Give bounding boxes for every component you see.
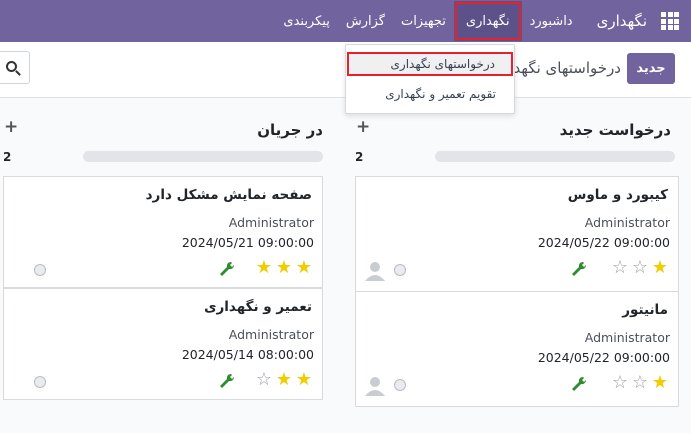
column-progress-bar bbox=[83, 151, 323, 162]
card-user: Administrator bbox=[228, 215, 314, 230]
kanban-card[interactable]: تعمیر و نگهداری Administrator 2024/05/14… bbox=[3, 288, 323, 400]
card-date: 2024/05/22 09:00:00 bbox=[537, 350, 670, 365]
column-title-new: درخواست جدید bbox=[559, 121, 671, 139]
status-circle-icon[interactable] bbox=[394, 264, 406, 276]
priority-stars[interactable]: ★ ★ ☆ bbox=[254, 371, 314, 389]
menu-equipment[interactable]: تجهیزات bbox=[393, 0, 454, 42]
status-circle-icon[interactable] bbox=[34, 264, 46, 276]
apps-grid-icon[interactable] bbox=[661, 12, 679, 30]
new-button[interactable]: جدید bbox=[627, 53, 675, 84]
top-navbar: نگهداری داشبورد نگهداری تجهیزات گزارش پی… bbox=[0, 0, 691, 42]
user-avatar-icon bbox=[365, 262, 385, 281]
plus-icon[interactable]: + bbox=[4, 117, 18, 137]
wrench-icon bbox=[220, 373, 235, 388]
column-title-in-progress: در جریان bbox=[257, 121, 323, 139]
priority-stars[interactable]: ★ ☆ ☆ bbox=[610, 374, 670, 392]
column-count: 2 bbox=[3, 150, 12, 164]
card-title: مانیتور bbox=[622, 302, 668, 318]
menu-configuration[interactable]: پیکربندی bbox=[275, 0, 337, 42]
star-icon[interactable]: ★ bbox=[650, 374, 670, 392]
wrench-icon bbox=[220, 261, 235, 276]
priority-stars[interactable]: ★ ★ ★ bbox=[254, 259, 314, 277]
status-circle-icon[interactable] bbox=[34, 376, 46, 388]
star-icon[interactable]: ☆ bbox=[610, 259, 630, 277]
maintenance-dropdown: درخواستهای نگهداری تقویم تعمیر و نگهداری bbox=[345, 44, 515, 114]
search-icon bbox=[6, 61, 17, 72]
star-icon[interactable]: ★ bbox=[254, 259, 274, 277]
star-icon[interactable]: ☆ bbox=[630, 259, 650, 277]
kanban-card[interactable]: کیبورد و ماوس Administrator 2024/05/22 0… bbox=[355, 176, 679, 292]
star-icon[interactable]: ★ bbox=[294, 371, 314, 389]
column-progress-bar bbox=[435, 151, 675, 162]
dropdown-item-requests[interactable]: درخواستهای نگهداری bbox=[347, 52, 513, 76]
dropdown-item-calendar[interactable]: تقویم تعمیر و نگهداری bbox=[348, 82, 514, 106]
star-icon[interactable]: ★ bbox=[274, 371, 294, 389]
card-title: صفحه نمایش مشکل دارد bbox=[145, 187, 312, 203]
star-icon[interactable]: ★ bbox=[274, 259, 294, 277]
card-user: Administrator bbox=[228, 327, 314, 342]
card-user: Administrator bbox=[584, 215, 670, 230]
status-circle-icon[interactable] bbox=[394, 379, 406, 391]
menu-reporting[interactable]: گزارش bbox=[338, 0, 393, 42]
search-button[interactable] bbox=[0, 51, 30, 84]
app-brand[interactable]: نگهداری bbox=[597, 12, 647, 30]
priority-stars[interactable]: ★ ☆ ☆ bbox=[610, 259, 670, 277]
kanban-card[interactable]: صفحه نمایش مشکل دارد Administrator 2024/… bbox=[3, 176, 323, 288]
star-icon[interactable]: ☆ bbox=[610, 374, 630, 392]
card-user: Administrator bbox=[584, 330, 670, 345]
card-date: 2024/05/22 09:00:00 bbox=[537, 235, 670, 250]
card-date: 2024/05/21 09:00:00 bbox=[181, 235, 314, 250]
card-title: تعمیر و نگهداری bbox=[204, 299, 312, 315]
kanban-card[interactable]: مانیتور Administrator 2024/05/22 09:00:0… bbox=[355, 291, 679, 407]
column-count: 2 bbox=[355, 150, 364, 164]
star-icon[interactable]: ☆ bbox=[254, 371, 274, 389]
star-icon[interactable]: ☆ bbox=[630, 374, 650, 392]
wrench-icon bbox=[572, 376, 587, 391]
card-date: 2024/05/14 08:00:00 bbox=[181, 347, 314, 362]
star-icon[interactable]: ★ bbox=[650, 259, 670, 277]
star-icon[interactable]: ★ bbox=[294, 259, 314, 277]
card-title: کیبورد و ماوس bbox=[567, 187, 668, 203]
user-avatar-icon bbox=[365, 377, 385, 396]
wrench-icon bbox=[572, 261, 587, 276]
menu-dashboard[interactable]: داشبورد bbox=[522, 0, 581, 42]
menu-maintenance[interactable]: نگهداری bbox=[453, 1, 522, 41]
plus-icon[interactable]: + bbox=[356, 117, 370, 137]
